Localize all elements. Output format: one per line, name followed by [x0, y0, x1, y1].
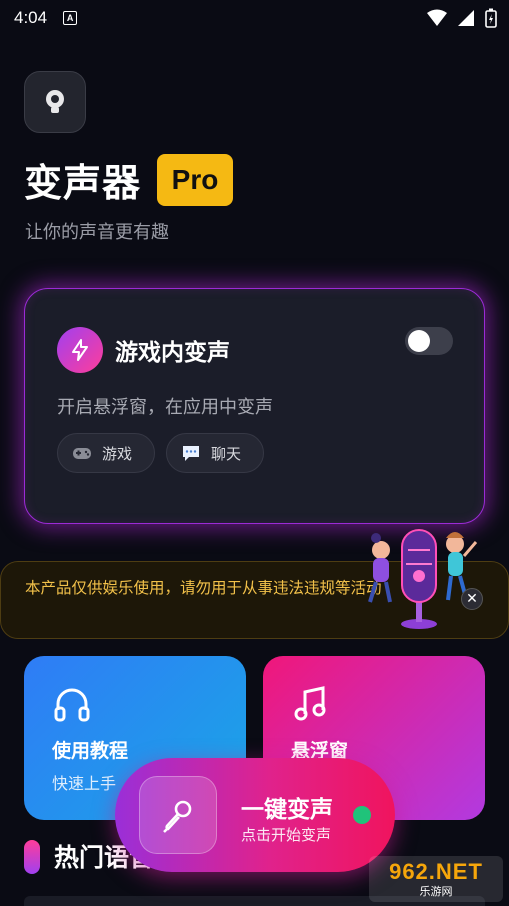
- battery-icon: [485, 8, 497, 28]
- chip-chat[interactable]: 聊天: [166, 433, 264, 473]
- app-title: 变声器: [24, 161, 142, 205]
- section-accent-bar: [24, 840, 40, 874]
- card-title: 游戏内变声: [115, 340, 230, 366]
- headphones-icon: [54, 688, 90, 722]
- tutorial-title: 使用教程: [52, 740, 129, 762]
- site-watermark: 962.NET 乐游网: [369, 856, 503, 902]
- in-game-voice-card[interactable]: 游戏内变声 开启悬浮窗，在应用中变声 游戏 聊天: [24, 288, 485, 524]
- main-button-subtitle: 点击开始变声: [241, 826, 332, 844]
- pro-badge: Pro: [157, 154, 233, 206]
- chip-game[interactable]: 游戏: [57, 433, 155, 473]
- status-icons: [427, 8, 497, 28]
- app-subtitle: 让你的声音更有趣: [25, 222, 169, 243]
- music-note-icon: [294, 686, 326, 721]
- tutorial-subtitle: 快速上手: [52, 774, 117, 793]
- status-time: 4:04: [14, 8, 48, 27]
- toggle-knob: [408, 330, 430, 352]
- signal-icon: [458, 10, 474, 26]
- chip-label: 聊天: [211, 444, 242, 463]
- watermark-sub: 乐游网: [419, 885, 453, 898]
- close-notice-button[interactable]: ✕: [461, 588, 483, 610]
- disclaimer-text: 本产品仅供娱乐使用，请勿用于从事违法违规等活动: [25, 579, 382, 597]
- wifi-icon: [427, 9, 447, 26]
- chat-bubble-icon: [183, 446, 199, 461]
- watermark-main: 962.NET: [389, 859, 483, 884]
- one-tap-voice-change-button[interactable]: 一键变声 点击开始变声: [115, 758, 395, 872]
- card-description: 开启悬浮窗，在应用中变声: [57, 397, 273, 418]
- status-bar: 4:04 A: [0, 0, 509, 36]
- notification-icon: A: [63, 11, 78, 25]
- gamepad-icon: [73, 448, 91, 459]
- skull-mic-icon: [46, 90, 64, 113]
- chip-label: 游戏: [102, 444, 133, 463]
- bolt-icon: [57, 327, 103, 373]
- status-dot: [353, 806, 371, 824]
- main-button-title: 一键变声: [241, 797, 333, 823]
- in-game-voice-toggle[interactable]: [405, 327, 453, 355]
- app-logo: [24, 71, 86, 133]
- mascot-illustration: [368, 529, 478, 629]
- microphone-icon: [139, 776, 217, 854]
